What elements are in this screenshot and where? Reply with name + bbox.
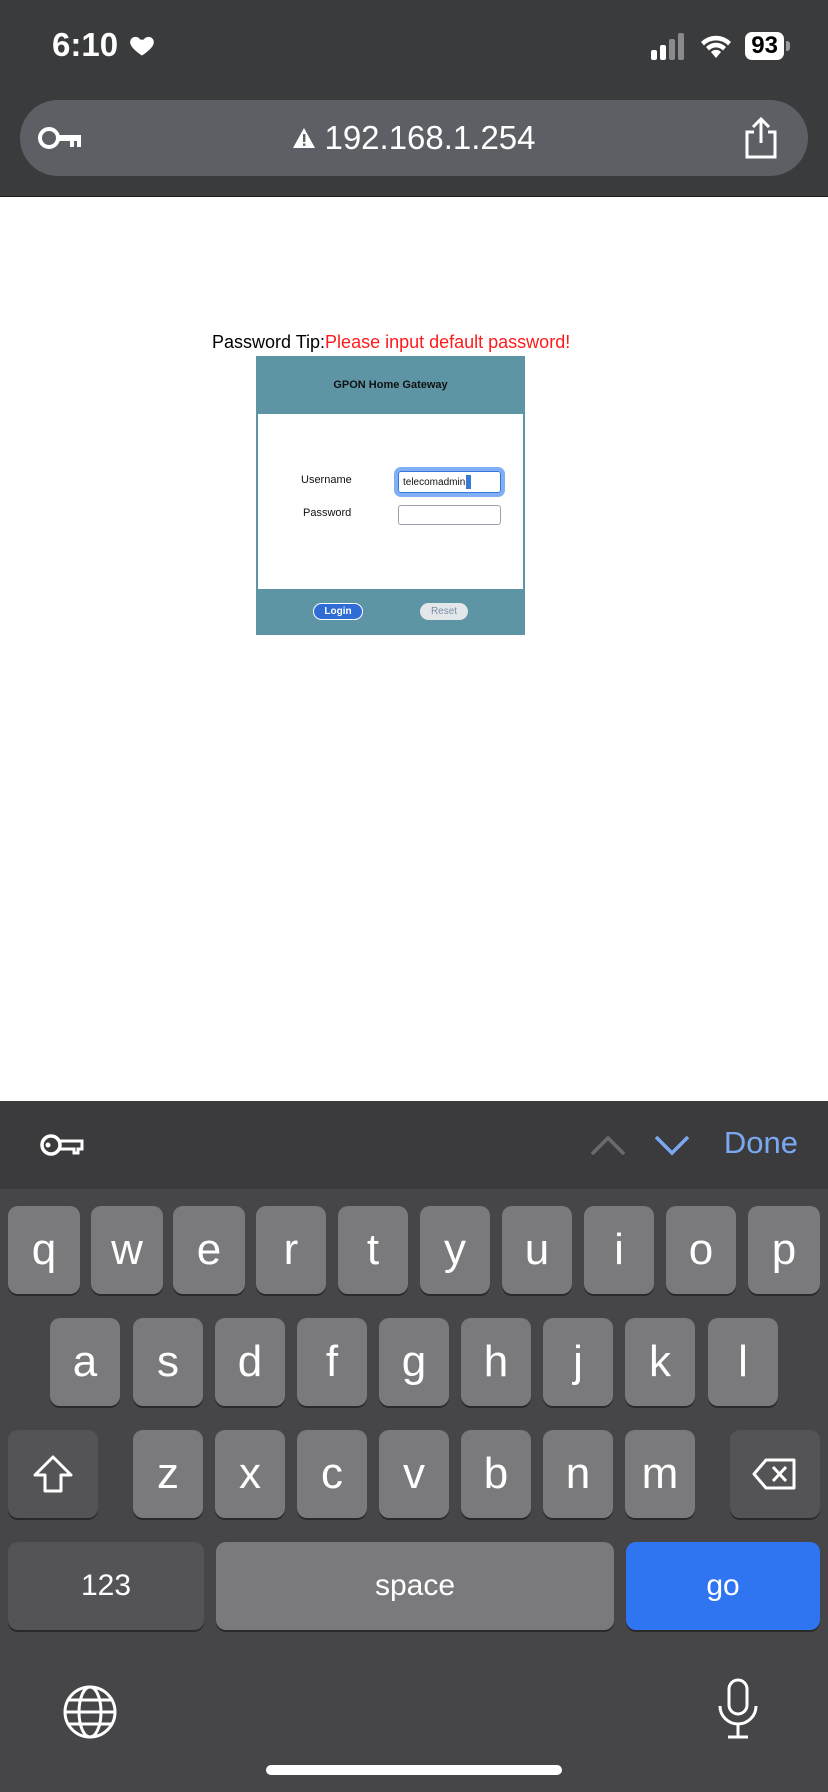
battery-level: 93 <box>745 32 784 60</box>
address-bar[interactable]: 192.168.1.254 <box>20 100 808 176</box>
status-indicators: 93 <box>651 32 790 60</box>
browser-top-bar: 6:10 93 192.168.1.254 <box>0 0 828 197</box>
space-key[interactable]: space <box>216 1542 614 1630</box>
cellular-signal-icon <box>651 33 685 60</box>
key-p[interactable]: p <box>748 1206 820 1294</box>
username-label: Username <box>301 474 352 486</box>
key-x[interactable]: x <box>215 1430 285 1518</box>
key-w[interactable]: w <box>91 1206 163 1294</box>
password-label: Password <box>303 507 352 519</box>
password-input[interactable] <box>398 505 501 525</box>
key-g[interactable]: g <box>379 1318 449 1406</box>
keyboard-accessory-bar: Done <box>0 1101 828 1189</box>
share-icon <box>745 116 777 159</box>
backspace-key[interactable] <box>730 1430 820 1518</box>
time-text: 6:10 <box>52 26 119 63</box>
not-secure-warning-icon <box>293 128 316 148</box>
key-a[interactable]: a <box>50 1318 120 1406</box>
globe-icon[interactable] <box>62 1684 118 1740</box>
url-display[interactable]: 192.168.1.254 <box>20 100 808 176</box>
key-t[interactable]: t <box>338 1206 408 1294</box>
key-q[interactable]: q <box>8 1206 80 1294</box>
key-r[interactable]: r <box>256 1206 326 1294</box>
tip-label: Password Tip: <box>212 332 326 352</box>
key-c[interactable]: c <box>297 1430 367 1518</box>
microphone-icon[interactable] <box>716 1678 760 1740</box>
username-input[interactable]: telecomadmin <box>394 467 505 497</box>
gateway-title: GPON Home Gateway <box>333 378 448 391</box>
key-o[interactable]: o <box>666 1206 736 1294</box>
password-tip: Password Tip:Please input default passwo… <box>212 332 570 353</box>
key-n[interactable]: n <box>543 1430 613 1518</box>
login-button[interactable]: Login <box>313 603 363 620</box>
battery-tip <box>786 41 790 51</box>
numbers-key[interactable]: 123 <box>8 1542 204 1630</box>
key-z[interactable]: z <box>133 1430 203 1518</box>
status-time: 6:10 <box>52 26 156 64</box>
key-u[interactable]: u <box>502 1206 572 1294</box>
autofill-key-icon[interactable] <box>38 1127 86 1163</box>
key-d[interactable]: d <box>215 1318 285 1406</box>
key-k[interactable]: k <box>625 1318 695 1406</box>
previous-field-chevron-up-icon[interactable] <box>588 1128 628 1162</box>
key-h[interactable]: h <box>461 1318 531 1406</box>
key-m[interactable]: m <box>625 1430 695 1518</box>
key-f[interactable]: f <box>297 1318 367 1406</box>
battery-indicator: 93 <box>745 32 790 60</box>
username-value: telecomadmin <box>403 476 466 488</box>
key-s[interactable]: s <box>133 1318 203 1406</box>
done-button[interactable]: Done <box>724 1125 798 1161</box>
tip-message: Please input default password! <box>325 332 571 352</box>
key-b[interactable]: b <box>461 1430 531 1518</box>
shift-key[interactable] <box>8 1430 98 1518</box>
share-button[interactable] <box>736 112 786 164</box>
go-key[interactable]: go <box>626 1542 820 1630</box>
key-l[interactable]: l <box>708 1318 778 1406</box>
home-indicator[interactable] <box>266 1765 562 1775</box>
wifi-icon <box>701 35 732 58</box>
backspace-icon <box>752 1458 796 1490</box>
heart-icon <box>130 36 154 56</box>
key-i[interactable]: i <box>584 1206 654 1294</box>
login-form-body <box>258 414 523 589</box>
key-j[interactable]: j <box>543 1318 613 1406</box>
text-cursor <box>466 475 472 489</box>
next-field-chevron-down-icon[interactable] <box>652 1128 692 1162</box>
key-v[interactable]: v <box>379 1430 449 1518</box>
key-e[interactable]: e <box>173 1206 245 1294</box>
key-y[interactable]: y <box>420 1206 490 1294</box>
reset-button[interactable]: Reset <box>420 603 468 620</box>
shift-arrow-icon <box>33 1455 73 1493</box>
url-text: 192.168.1.254 <box>324 119 536 156</box>
